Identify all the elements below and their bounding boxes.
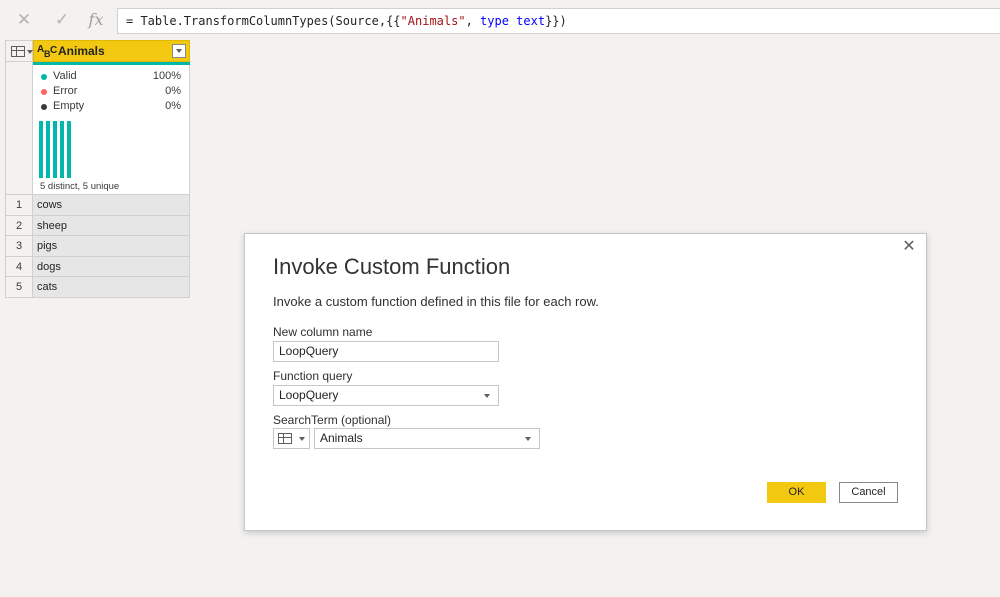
close-icon[interactable]: ✕: [900, 238, 918, 256]
cell-value[interactable]: cats: [33, 277, 190, 298]
row-number[interactable]: 2: [5, 215, 33, 236]
fx-icon[interactable]: fx: [86, 10, 106, 30]
table-row[interactable]: 5 cats: [5, 277, 190, 298]
row-number[interactable]: 4: [5, 256, 33, 277]
column-header-label: Animals: [58, 44, 105, 58]
value-distribution-chart: [39, 121, 79, 178]
column-profile: Valid 100% Error 0% Empty 0% 5 distinct,…: [33, 65, 190, 195]
distribution-bar: [53, 121, 57, 178]
quality-empty: Empty 0%: [41, 100, 181, 114]
cell-value[interactable]: pigs: [33, 236, 190, 257]
function-query-select[interactable]: LoopQuery: [273, 385, 499, 406]
distribution-bar: [60, 121, 64, 178]
cancel-button[interactable]: Cancel: [839, 482, 898, 503]
grid-header: ABC Animals: [5, 40, 190, 62]
close-icon[interactable]: ✕: [14, 10, 34, 30]
chevron-down-icon: [525, 437, 531, 441]
formula-input[interactable]: = Table.TransformColumnTypes(Source,{{"A…: [117, 8, 1000, 34]
distribution-bar: [67, 121, 71, 178]
search-term-select[interactable]: Animals: [314, 428, 540, 449]
chevron-down-icon: [299, 437, 305, 441]
ok-button[interactable]: OK: [767, 482, 826, 503]
table-icon: [11, 46, 25, 57]
column-header-animals[interactable]: ABC Animals: [33, 40, 190, 62]
text-type-icon[interactable]: ABC: [37, 44, 59, 59]
search-term-label: SearchTerm (optional): [273, 413, 392, 427]
profile-row-gutter: [5, 62, 33, 195]
check-icon[interactable]: ✓: [52, 10, 72, 30]
distribution-bar: [46, 121, 50, 178]
parameter-type-button[interactable]: [273, 428, 310, 449]
dialog-description: Invoke a custom function defined in this…: [273, 294, 599, 309]
empty-dot-icon: [41, 104, 47, 110]
row-number[interactable]: 1: [5, 195, 33, 216]
formula-keyword: type text: [480, 14, 546, 28]
distribution-bar: [39, 121, 43, 178]
table-menu-button[interactable]: [5, 40, 33, 62]
formula-suffix: }}): [545, 14, 567, 28]
function-query-value: LoopQuery: [279, 388, 339, 402]
cell-value[interactable]: dogs: [33, 256, 190, 277]
table-row[interactable]: 2 sheep: [5, 215, 190, 236]
new-column-name-label: New column name: [273, 325, 373, 339]
table-row[interactable]: 1 cows: [5, 195, 190, 216]
column-filter-dropdown[interactable]: [172, 44, 186, 58]
chevron-down-icon: [484, 394, 490, 398]
table-row[interactable]: 3 pigs: [5, 236, 190, 257]
table-icon: [278, 433, 292, 444]
invoke-custom-function-dialog: ✕ Invoke Custom Function Invoke a custom…: [244, 233, 927, 531]
quality-error: Error 0%: [41, 85, 181, 99]
search-term-value: Animals: [320, 431, 363, 445]
valid-dot-icon: [41, 74, 47, 80]
cell-value[interactable]: cows: [33, 195, 190, 216]
row-number[interactable]: 5: [5, 277, 33, 298]
grid-rows: 1 cows 2 sheep 3 pigs 4 dogs 5 cats: [5, 195, 190, 298]
distinct-summary: 5 distinct, 5 unique: [40, 181, 120, 192]
row-number[interactable]: 3: [5, 236, 33, 257]
formula-bar: ✕ ✓ fx = Table.TransformColumnTypes(Sour…: [0, 0, 1000, 40]
error-dot-icon: [41, 89, 47, 95]
formula-string-literal: "Animals": [400, 14, 466, 28]
function-query-label: Function query: [273, 369, 353, 383]
quality-valid: Valid 100%: [41, 70, 181, 84]
table-row[interactable]: 4 dogs: [5, 256, 190, 277]
new-column-name-input[interactable]: LoopQuery: [273, 341, 499, 362]
formula-separator: ,: [465, 14, 481, 28]
formula-bar-buttons: ✕ ✓ fx: [0, 0, 112, 40]
formula-prefix: = Table.TransformColumnTypes(Source,{{: [126, 14, 401, 28]
cell-value[interactable]: sheep: [33, 215, 190, 236]
dialog-title: Invoke Custom Function: [273, 254, 511, 279]
